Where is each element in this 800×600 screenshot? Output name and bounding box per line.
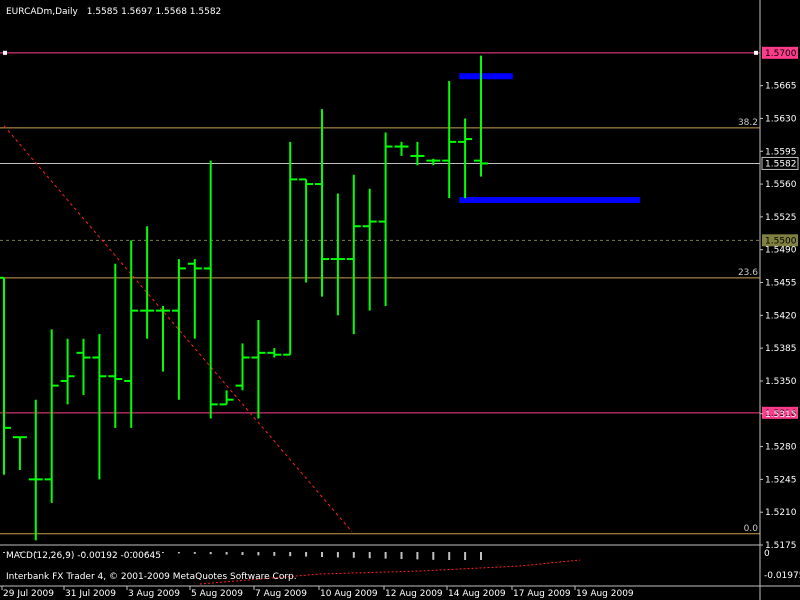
x-tick-label: 29 Jul 2009 [3, 589, 54, 599]
blue-zone [459, 73, 513, 80]
y-tick-label: 1.5385 [765, 344, 797, 354]
y-tick-label: 1.5560 [765, 180, 797, 190]
x-tick-label: 3 Aug 2009 [128, 589, 180, 599]
chart-title: EURCADm,Daily 1.5585 1.5697 1.5568 1.558… [6, 7, 221, 17]
y-tick-label: 1.5595 [765, 147, 797, 157]
x-tick-label: 5 Aug 2009 [191, 589, 243, 599]
fib-level-label: 23.6 [738, 268, 758, 278]
x-tick-label: 12 Aug 2009 [385, 589, 443, 599]
price-label-text: 1.5700 [765, 49, 797, 59]
y-tick-label: 1.5665 [765, 82, 797, 92]
y-tick-label: 1.5350 [765, 377, 797, 387]
price-chart[interactable]: 1.570038.21.55821.550023.61.53160.0 1.56… [0, 0, 800, 600]
y-tick-label: 1.5210 [765, 508, 797, 518]
macd-tick-label: 0 [764, 549, 770, 559]
x-tick-label: 19 Aug 2009 [576, 589, 634, 599]
price-label-text: 1.5582 [765, 159, 797, 169]
x-tick-label: 7 Aug 2009 [255, 589, 307, 599]
y-tick-label: 1.5315 [765, 410, 797, 420]
y-tick-label: 1.5490 [765, 246, 797, 256]
y-tick-label: 1.5280 [765, 443, 797, 453]
x-tick-label: 14 Aug 2009 [448, 589, 506, 599]
x-tick-label: 10 Aug 2009 [320, 589, 378, 599]
macd-tick-label: -0.01975 [764, 571, 800, 581]
fib-level-label: 38.2 [738, 118, 758, 128]
chart-background [0, 0, 800, 600]
fib-level-label: 0.0 [744, 524, 759, 534]
x-tick-label: 31 Jul 2009 [65, 589, 116, 599]
copyright-text: Interbank FX Trader 4, © 2001-2009 MetaQ… [6, 572, 297, 582]
x-tick-label: 17 Aug 2009 [513, 589, 571, 599]
level-handle [754, 50, 758, 55]
y-tick-label: 1.5525 [765, 213, 797, 223]
level-handle [3, 50, 7, 55]
y-tick-label: 1.5455 [765, 279, 797, 289]
y-tick-label: 1.5245 [765, 475, 797, 485]
y-tick-label: 1.5420 [765, 311, 797, 321]
blue-zone [459, 197, 640, 203]
y-tick-label: 1.5630 [765, 114, 797, 124]
